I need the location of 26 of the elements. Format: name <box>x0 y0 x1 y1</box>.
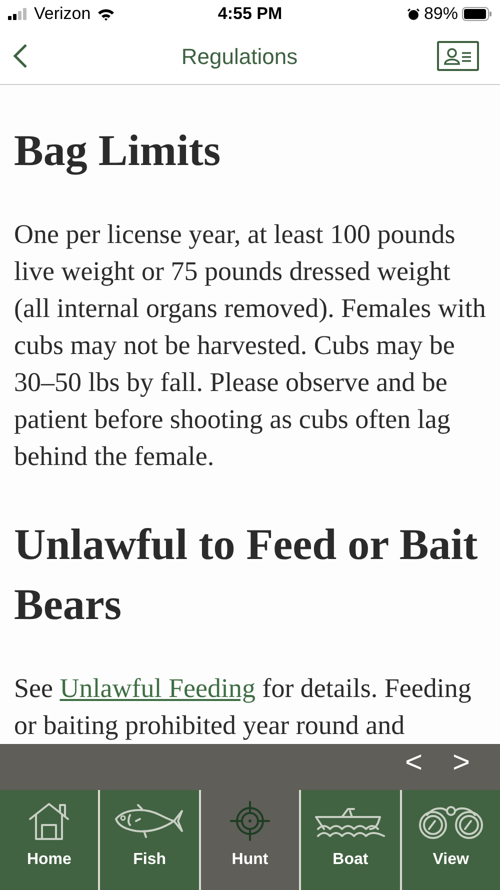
back-chevron-icon <box>12 43 28 69</box>
crosshair-icon <box>230 801 270 841</box>
section-heading: Unlawful to Feed or Bait Bears <box>14 519 479 631</box>
license-card-button[interactable] <box>437 41 479 71</box>
body-paragraph: See Unlawful Feeding for details. Feeding or baiting prohibited year round and <box>14 672 472 742</box>
id-card-icon <box>443 46 473 66</box>
next-button[interactable]: > <box>450 746 472 780</box>
previous-button[interactable]: < <box>402 746 424 780</box>
clock-time: 4:55 PM <box>218 3 282 26</box>
tab-button[interactable]: Home <box>0 790 98 890</box>
alarm-icon <box>406 8 420 20</box>
signal-icon <box>8 8 28 20</box>
fish-icon <box>114 803 186 839</box>
page-title: Regulations <box>181 42 298 71</box>
carrier-name: Verizon <box>34 3 91 26</box>
body-paragraph: One per license year, at least 100 pounds live weight or 75 pounds dressed weight (all internal organs removed). Females with cubs may not be harvested. Cubs may be 30–50 lbs by fall. Please observe and be patient before shooting as cubs often lag behind the female. <box>14 218 486 473</box>
unlawful-feeding-link[interactable]: Unlawful Feeding <box>60 673 256 703</box>
tab-button[interactable]: Boat <box>301 790 400 890</box>
battery-icon <box>462 7 492 21</box>
wifi-icon <box>96 8 115 20</box>
tab-button[interactable]: Hunt <box>200 790 300 890</box>
battery-percent: 89% <box>424 3 458 26</box>
tab-button[interactable]: View <box>402 790 500 890</box>
tab-button[interactable]: Fish <box>100 790 199 890</box>
house-icon <box>27 801 72 841</box>
section-heading: Bag Limits <box>14 125 222 177</box>
